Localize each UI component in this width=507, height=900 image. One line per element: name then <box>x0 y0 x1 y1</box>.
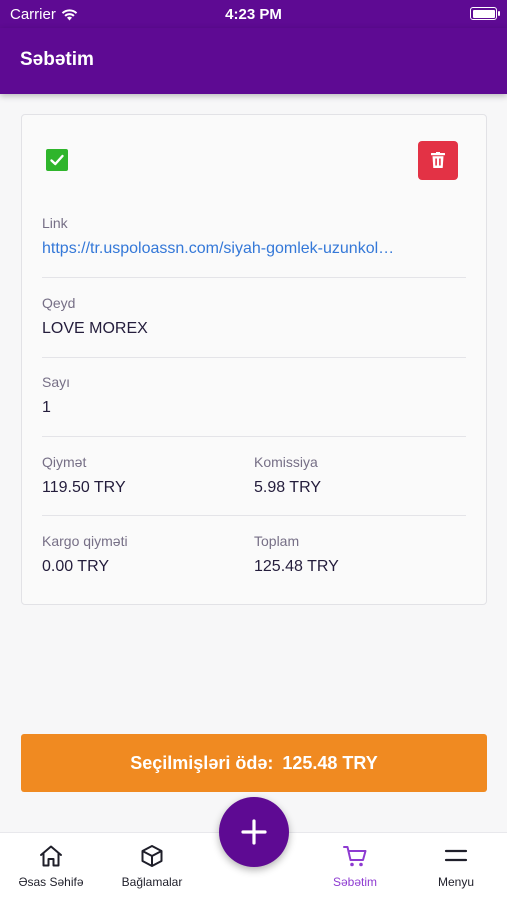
pay-button-label: Seçilmişləri ödə: <box>130 752 274 773</box>
commission-label: Komissiya <box>254 454 318 470</box>
cargo-value: 0.00 TRY <box>42 558 110 575</box>
tab-packages[interactable]: Bağlamalar <box>97 843 207 889</box>
tab-cart[interactable]: Səbətim <box>300 843 410 889</box>
trash-icon <box>431 152 445 168</box>
link-label: Link <box>42 215 68 231</box>
tab-menu-label: Menyu <box>437 875 475 889</box>
tab-cart-label: Səbətim <box>332 875 378 889</box>
app-header: Səbətim <box>0 28 507 94</box>
box-icon <box>141 845 163 867</box>
divider <box>42 277 466 278</box>
clock: 4:23 PM <box>225 6 282 23</box>
tab-packages-label: Bağlamalar <box>121 875 183 889</box>
select-item-checkbox[interactable] <box>46 149 68 171</box>
battery-icon <box>470 7 500 20</box>
tab-menu[interactable]: Menyu <box>401 843 507 889</box>
product-link[interactable]: https://tr.uspoloassn.com/siyah-gomlek-u… <box>42 240 452 258</box>
page-title: Səbətim <box>20 49 94 70</box>
tab-home[interactable]: Əsas Səhifə <box>0 843 106 889</box>
note-value: LOVE MOREX <box>42 320 148 337</box>
delete-item-button[interactable] <box>418 141 458 180</box>
price-value: 119.50 TRY <box>42 479 126 496</box>
pay-button-amount: 125.48 TRY <box>282 752 378 773</box>
divider <box>42 436 466 437</box>
cargo-label: Kargo qiyməti <box>42 533 128 549</box>
cart-item-card: Link https://tr.uspoloassn.com/siyah-gom… <box>21 114 487 605</box>
cart-icon <box>343 846 367 867</box>
menu-icon <box>444 849 468 862</box>
home-icon <box>40 845 62 867</box>
count-value: 1 <box>42 399 51 416</box>
divider <box>42 357 466 358</box>
price-label: Qiymət <box>42 454 87 470</box>
plus-icon <box>241 819 267 845</box>
note-label: Qeyd <box>42 295 76 311</box>
count-label: Sayı <box>42 374 71 390</box>
pay-selected-button[interactable]: Seçilmişləri ödə: 125.48 TRY <box>21 734 487 792</box>
divider <box>42 515 466 516</box>
checkbox-checked-icon <box>50 154 64 166</box>
status-bar: Carrier 4:23 PM <box>0 0 507 28</box>
add-order-button[interactable] <box>219 797 289 867</box>
total-label: Toplam <box>254 533 300 549</box>
tab-home-label: Əsas Səhifə <box>18 875 84 889</box>
total-value: 125.48 TRY <box>254 558 339 575</box>
commission-value: 5.98 TRY <box>254 479 322 496</box>
